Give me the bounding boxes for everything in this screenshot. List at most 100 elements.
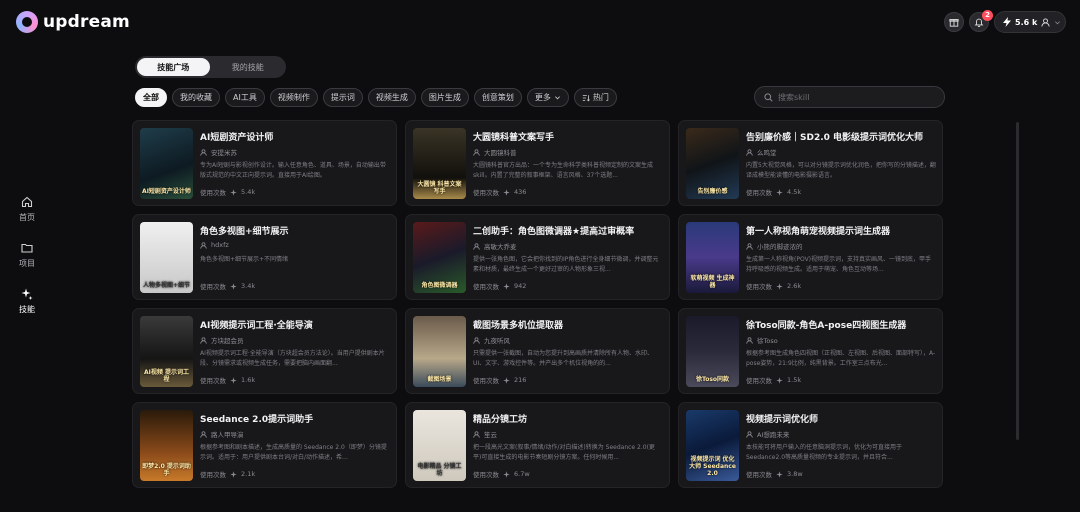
skill-description: 大圆镜科普官方出品：一个专为生命科学类科普视频定制的文案生成 skill。内置了… [473, 162, 654, 179]
sort-hot[interactable]: 热门 [573, 88, 617, 107]
usage-label: 使用次数 [473, 377, 499, 385]
search-icon [764, 92, 773, 102]
skill-description: AI视频提示词工程·全能导演（方块超会员方法论）。当用户提供剧本片段、分镜需求或… [200, 350, 385, 367]
skill-author: hdxfz [200, 241, 229, 249]
author-name: 方块超会员 [211, 337, 244, 345]
skill-title: 截图场景多机位提取器 [473, 321, 564, 331]
thumbnail-caption: 即梦2.0 提示词助手 [142, 463, 191, 477]
skill-title: 角色多视图+细节展示 [200, 227, 289, 237]
filter-label: 更多 [534, 93, 551, 102]
skill-thumbnail: 截图场景 [413, 316, 466, 387]
logo[interactable]: updream [16, 11, 130, 33]
skill-thumbnail: 人物多视图+细节 [140, 222, 193, 293]
usage-label: 使用次数 [473, 471, 499, 479]
sidebar-item-skills[interactable]: 技能 [0, 288, 54, 324]
sparkle-icon [503, 376, 510, 384]
skill-card[interactable]: 告别廉价感 告别廉价感｜SD2.0 电影级提示词优化大师 么鸣堂 内置5大视觉风… [678, 120, 943, 206]
skill-card[interactable]: 大圆镜 科普文案写手 大圆镜科普文案写手 大圆镜科普 大圆镜科普官方出品：一个专… [405, 120, 670, 206]
user-icon [746, 148, 753, 156]
filter-video-generation[interactable]: 视频生成 [367, 88, 416, 107]
skill-thumbnail: 电影精品 分镜工坊 [413, 410, 466, 481]
sidebar-item-label: 首页 [19, 213, 35, 222]
filter-label: AI工具 [233, 93, 257, 102]
user-icon [473, 242, 480, 250]
skill-usage: 使用次数 1.5k [746, 375, 801, 385]
skill-title: 大圆镜科普文案写手 [473, 133, 555, 143]
filter-label: 图片生成 [428, 93, 461, 102]
sidebar-item-home[interactable]: 首页 [0, 196, 54, 232]
user-icon [473, 336, 480, 344]
skill-card[interactable]: 视频提示词 优化大师 Seedance 2.0 视频提示词优化师 AI想跑未来 … [678, 402, 943, 488]
sidebar-item-label: 技能 [19, 305, 35, 314]
usage-label: 使用次数 [200, 189, 226, 197]
skill-card[interactable]: 软萌视频 生成神器 第一人称视角萌宠视频提示词生成器 小熊的脚迹浓的 生成第一人… [678, 214, 943, 300]
skill-thumbnail: 大圆镜 科普文案写手 [413, 128, 466, 199]
skill-title: 二创助手：角色图微调器★提高过审概率 [473, 227, 635, 237]
author-name: 路人甲导演 [211, 431, 244, 439]
skill-title: 精品分镜工坊 [473, 415, 528, 425]
usage-count: 6.7w [514, 470, 530, 478]
search-input[interactable] [778, 92, 928, 102]
skill-thumbnail: 角色图微调器 [413, 222, 466, 293]
filter-label: 我的收藏 [180, 93, 212, 102]
skill-card[interactable]: 人物多视图+细节 角色多视图+细节展示 hdxfz 角色多视图+细节展示+不同情… [132, 214, 397, 300]
skill-card[interactable]: 徐Toso同款 徐Toso同款-角色A-pose四视图生成器 徐Toso 根据参… [678, 308, 943, 394]
filter-label: 视频生成 [375, 93, 408, 102]
tab-skill-plaza[interactable]: 技能广场 [137, 58, 210, 76]
skill-author: 路人甲导演 [200, 429, 244, 439]
thumbnail-caption: 角色图微调器 [421, 282, 458, 289]
skill-card[interactable]: AI短剧资产设计师 AI短剧资产设计师 安提米苏 专为AI短剧与影视创作设计。输… [132, 120, 397, 206]
usage-count: 1.5k [787, 376, 802, 384]
tab-my-skills[interactable]: 我的技能 [212, 58, 285, 76]
sparkle-icon [776, 376, 783, 384]
user-icon [746, 430, 753, 438]
usage-label: 使用次数 [746, 377, 772, 385]
filter-all[interactable]: 全部 [135, 88, 167, 107]
usage-label: 使用次数 [746, 283, 772, 291]
usage-count: 2.1k [241, 470, 256, 478]
user-icon [746, 242, 753, 250]
skill-usage: 使用次数 2.6k [746, 281, 801, 291]
skill-author: 徐Toso [746, 335, 778, 345]
skill-card[interactable]: 即梦2.0 提示词助手 Seedance 2.0提示词助手 路人甲导演 根据参考… [132, 402, 397, 488]
sparkle-icon [503, 188, 510, 196]
usage-count: 216 [514, 376, 527, 384]
usage-count: 5.4k [241, 188, 256, 196]
skill-thumbnail: AI短剧资产设计师 [140, 128, 193, 199]
author-name: 小熊的脚迹浓的 [757, 243, 803, 251]
scrollbar[interactable] [1016, 122, 1019, 440]
filter-image-generation[interactable]: 图片生成 [420, 88, 469, 107]
credits-value: 5.6 k [1015, 17, 1038, 27]
filter-more[interactable]: 更多 [526, 88, 569, 107]
usage-label: 使用次数 [200, 283, 226, 291]
author-name: 么鸣堂 [757, 149, 777, 157]
filter-label: 热门 [592, 93, 609, 102]
gift-button[interactable] [944, 12, 964, 32]
skill-usage: 使用次数 4.5k [746, 187, 801, 197]
filter-prompts[interactable]: 提示词 [322, 88, 363, 107]
filter-video-production[interactable]: 视频制作 [269, 88, 318, 107]
user-icon [200, 336, 207, 344]
sparkle-icon [21, 288, 33, 300]
thumbnail-caption: 电影精品 分镜工坊 [417, 463, 462, 477]
skill-grid: AI短剧资产设计师 AI短剧资产设计师 安提米苏 专为AI短剧与影视创作设计。输… [132, 120, 944, 512]
thumbnail-caption: 截图场景 [427, 376, 452, 383]
skill-card[interactable]: 角色图微调器 二创助手：角色图微调器★提高过审概率 高敏大乔麦 提供一张角色图，… [405, 214, 670, 300]
skill-card[interactable]: 电影精品 分镜工坊 精品分镜工坊 笙云 把一段高光文案(叙事/情绪/动作/对白描… [405, 402, 670, 488]
skill-card[interactable]: 截图场景 截图场景多机位提取器 九夜听风 只需提供一张截图，自动为您提升到高画质… [405, 308, 670, 394]
skill-description: 只需提供一张截图，自动为您提升到高画质并清除所有人物、水印、UI、文字、游戏控件… [473, 350, 654, 367]
thumbnail-caption: 大圆镜 科普文案写手 [417, 181, 462, 195]
filter-ai-tools[interactable]: AI工具 [225, 88, 265, 107]
skill-title: AI视频提示词工程·全能导演 [200, 321, 313, 331]
filter-creative-planning[interactable]: 创意策划 [473, 88, 522, 107]
skill-description: 内置5大视觉风格，可以对分镜提示词优化润色，把你写的分镜描述，翻译成模型能读懂的… [746, 162, 936, 179]
skill-card[interactable]: AI视频 提示词工程 AI视频提示词工程·全能导演 方块超会员 AI视频提示词工… [132, 308, 397, 394]
author-name: 大圆镜科普 [484, 149, 517, 157]
usage-label: 使用次数 [473, 189, 499, 197]
skill-author: 么鸣堂 [746, 147, 777, 157]
skill-description: 专为AI短剧与影视创作设计。输入任意角色、道具、场景，自动输出带版式规范的中文正… [200, 162, 386, 179]
account-menu[interactable]: 5.6 k [994, 11, 1066, 33]
sparkle-icon [230, 470, 237, 478]
filter-favorites[interactable]: 我的收藏 [172, 88, 220, 107]
sidebar-item-projects[interactable]: 项目 [0, 242, 54, 278]
